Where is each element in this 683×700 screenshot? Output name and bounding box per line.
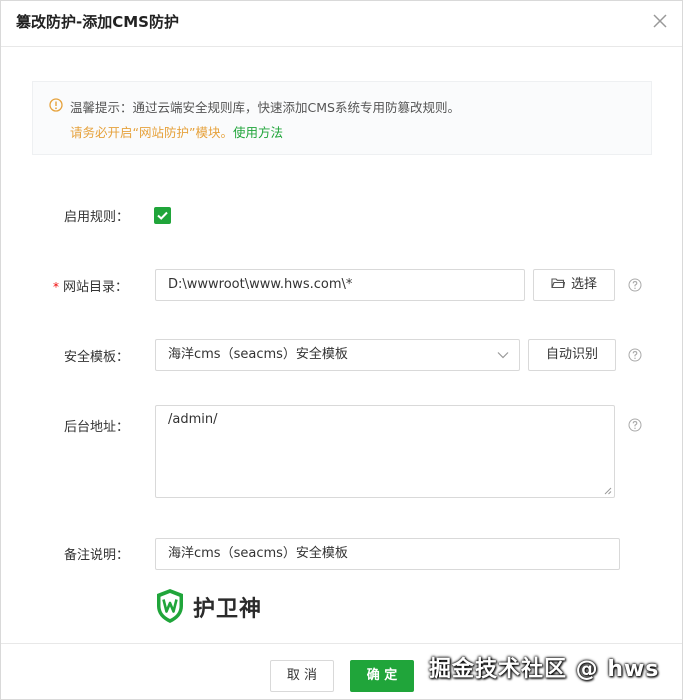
site-dir-label-row: * 网站目录： (53, 276, 128, 295)
notice-text: 温馨提示：通过云端安全规则库，快速添加CMS系统专用防篡改规则。 (70, 100, 460, 115)
select-button-label: 选择 (570, 277, 597, 292)
close-icon[interactable] (650, 11, 670, 31)
shield-logo-icon (157, 589, 183, 623)
required-mark: * (53, 280, 59, 294)
check-icon (157, 211, 168, 220)
help-icon[interactable] (628, 418, 642, 432)
usage-link[interactable]: 使用方法 (233, 125, 283, 140)
notice-warning-text: 请务必开启“网站防护”模块。 (70, 125, 233, 140)
help-icon[interactable] (628, 278, 642, 292)
confirm-button[interactable]: 确 定 (350, 660, 414, 692)
notice-box: 温馨提示：通过云端安全规则库，快速添加CMS系统专用防篡改规则。 请务必开启“网… (32, 81, 652, 155)
backend-address-textarea[interactable]: /admin/ (155, 405, 615, 498)
auto-detect-button[interactable]: 自动识别 (528, 339, 616, 371)
select-dir-button[interactable]: 选择 (533, 269, 615, 301)
chevron-down-icon (497, 352, 509, 359)
site-dir-input[interactable]: D:\wwwroot\www.hws.com\* (155, 269, 525, 301)
cancel-button[interactable]: 取 消 (270, 660, 334, 692)
info-icon (49, 98, 63, 112)
backend-address-value: /admin/ (168, 412, 218, 427)
enable-rule-checkbox[interactable] (154, 207, 171, 224)
dialog-header: 篡改防护-添加CMS防护 (1, 1, 682, 47)
template-selected-value: 海洋cms（seacms）安全模板 (168, 347, 348, 362)
watermark: 掘金技术社区 @ hws (429, 657, 660, 682)
dialog-title: 篡改防护-添加CMS防护 (16, 13, 179, 31)
remark-label: 备注说明： (64, 548, 130, 563)
backend-label: 后台地址： (64, 420, 130, 435)
help-icon[interactable] (628, 348, 642, 362)
enable-rule-label: 启用规则： (64, 210, 130, 225)
resize-grip-icon[interactable] (604, 487, 612, 495)
template-label: 安全模板： (64, 350, 130, 365)
notice-warning: 请务必开启“网站防护”模块。使用方法 (70, 122, 283, 141)
folder-icon (551, 278, 566, 289)
logo-text: 护卫神 (193, 597, 263, 622)
site-dir-label: 网站目录： (63, 280, 129, 295)
remark-input[interactable]: 海洋cms（seacms）安全模板 (155, 538, 620, 570)
add-cms-protection-dialog: 篡改防护-添加CMS防护 温馨提示：通过云端安全规则库，快速添加CMS系统专用防… (0, 0, 683, 700)
hws-logo: 护卫神 (154, 587, 284, 627)
template-select[interactable]: 海洋cms（seacms）安全模板 (155, 339, 520, 371)
